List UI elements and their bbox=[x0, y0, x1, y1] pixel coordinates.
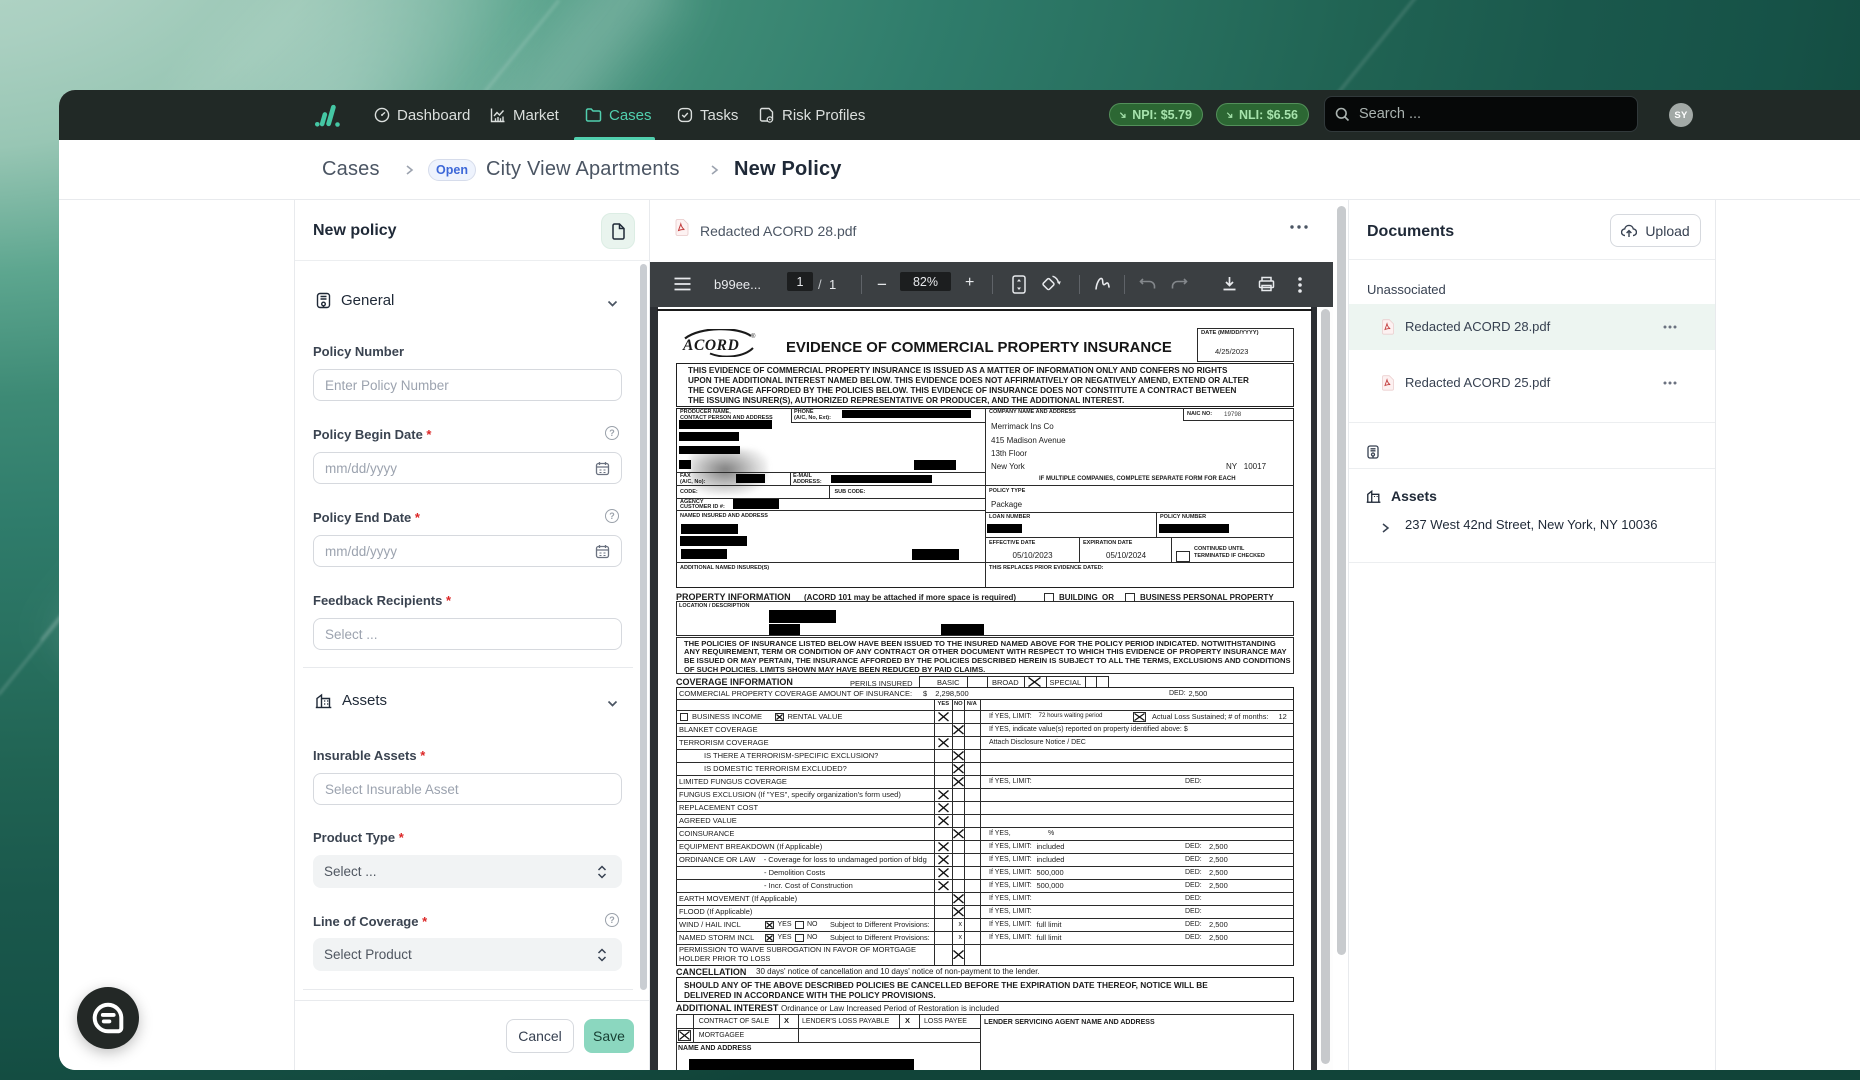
svg-text:®: ® bbox=[751, 333, 756, 340]
svg-text:ACORD: ACORD bbox=[682, 337, 739, 354]
